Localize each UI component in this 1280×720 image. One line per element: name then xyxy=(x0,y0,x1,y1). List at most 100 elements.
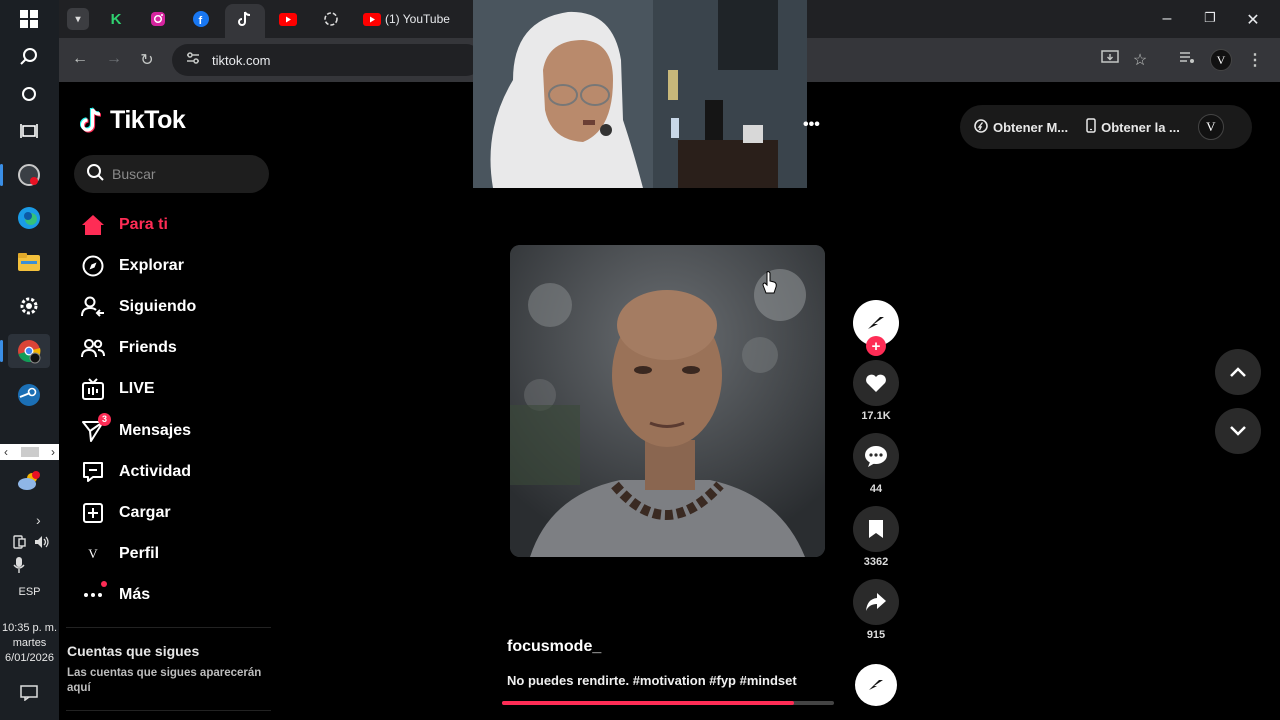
more-icon xyxy=(81,581,107,607)
nav-item-actividad[interactable]: Actividad xyxy=(78,451,278,492)
nav-label: Más xyxy=(119,586,151,604)
restore-icon[interactable]: ❐ xyxy=(1200,10,1220,26)
tiktok-wordmark: TikTok xyxy=(110,106,186,134)
nav-item-cargar[interactable]: Cargar xyxy=(78,492,278,533)
tab-youtube2-icon[interactable] xyxy=(361,8,383,30)
tab-chatgpt-icon[interactable] xyxy=(320,8,342,30)
get-app-button[interactable]: Obtener la ... xyxy=(1086,118,1180,136)
follow-plus-icon[interactable]: + xyxy=(866,336,886,356)
media-control-icon[interactable] xyxy=(1177,50,1197,69)
nav-item-explorar[interactable]: Explorar xyxy=(78,245,278,286)
nav-label: Mensajes xyxy=(119,421,192,439)
nav-label: Friends xyxy=(119,339,177,357)
clock[interactable]: 10:35 p. m. martes 6/01/2026 xyxy=(0,621,59,666)
nav-item-perfil[interactable]: V Perfil xyxy=(78,534,278,575)
nav-item-live[interactable]: LIVE xyxy=(78,369,278,410)
tab-tiktok-icon[interactable] xyxy=(234,8,256,30)
clock-weekday: martes xyxy=(12,637,47,649)
tab-search-icon[interactable]: ▾ xyxy=(67,8,89,30)
notifications-icon[interactable] xyxy=(8,676,50,710)
home-icon xyxy=(81,213,105,237)
share-button[interactable] xyxy=(853,579,899,625)
video-author[interactable]: focusmode_ xyxy=(507,638,601,656)
comment-button[interactable] xyxy=(853,433,899,479)
close-icon[interactable]: ✕ xyxy=(1243,10,1263,30)
edge-icon[interactable] xyxy=(8,201,50,235)
scroll-right-icon[interactable]: › xyxy=(51,445,55,459)
phone-link-icon[interactable] xyxy=(13,535,26,554)
get-coins-button[interactable]: Obtener M... xyxy=(974,118,1069,136)
chevron-right-icon[interactable]: › xyxy=(36,512,41,528)
search-icon[interactable] xyxy=(8,40,50,74)
weather-icon[interactable] xyxy=(8,464,50,498)
task-view-icon[interactable] xyxy=(8,114,50,148)
next-video-button[interactable] xyxy=(1215,408,1261,454)
save-count: 3362 xyxy=(863,556,889,568)
tab-youtube-icon[interactable] xyxy=(277,8,299,30)
windows-start-icon[interactable] xyxy=(8,2,50,36)
tiktok-logo[interactable]: TikTok xyxy=(80,106,186,135)
settings-icon[interactable] xyxy=(8,289,50,323)
svg-text:f: f xyxy=(199,15,203,27)
more-options-icon[interactable]: ••• xyxy=(803,116,820,134)
share-count: 915 xyxy=(866,629,886,641)
following-icon xyxy=(81,295,105,319)
nav-label: Actividad xyxy=(119,462,192,480)
nav-item-para-ti[interactable]: Para ti xyxy=(78,204,278,245)
like-button[interactable] xyxy=(853,360,899,406)
phone-icon xyxy=(1086,118,1096,136)
scroll-thumb[interactable] xyxy=(20,447,39,457)
microphone-icon[interactable] xyxy=(13,557,25,578)
nav-item-siguiendo[interactable]: Siguiendo xyxy=(78,286,278,327)
creator-avatar[interactable]: + xyxy=(853,300,899,356)
url-text[interactable]: tiktok.com xyxy=(212,53,271,68)
browser-profile-avatar[interactable]: V xyxy=(1210,49,1232,71)
bookmark-star-icon[interactable]: ☆ xyxy=(1130,50,1150,70)
video-actions: + 17.1K 44 3362 915 xyxy=(852,300,900,652)
chrome-icon[interactable] xyxy=(8,334,50,368)
video-progress-bar[interactable] xyxy=(502,701,834,705)
language-indicator[interactable]: ESP xyxy=(0,585,59,600)
nav-item-mensajes[interactable]: 3 Mensajes xyxy=(78,410,278,451)
steam-icon[interactable] xyxy=(8,378,50,412)
file-explorer-icon[interactable] xyxy=(8,245,50,279)
profile-avatar[interactable]: V xyxy=(1197,114,1224,140)
nav-item-friends[interactable]: Friends xyxy=(78,328,278,369)
site-settings-icon[interactable] xyxy=(186,51,200,69)
minimize-icon[interactable]: – xyxy=(1157,10,1177,28)
video-progress-fill xyxy=(502,701,795,705)
following-accounts-description: Las cuentas que sigues aparecerán aquí xyxy=(67,667,262,694)
live-icon xyxy=(81,377,105,401)
previous-video-button[interactable] xyxy=(1215,349,1261,395)
cortana-icon[interactable] xyxy=(8,77,50,111)
search-input[interactable] xyxy=(112,166,262,182)
nav-item-mas[interactable]: Más xyxy=(78,575,278,616)
tab-facebook-icon[interactable]: f xyxy=(190,8,212,30)
music-disc[interactable] xyxy=(855,664,897,706)
sidebar-divider xyxy=(66,627,271,628)
tab-kick-icon[interactable]: K xyxy=(105,8,127,30)
running-indicator xyxy=(0,164,3,186)
more-dot-indicator xyxy=(101,581,107,588)
app-icon[interactable] xyxy=(8,158,50,192)
reload-icon[interactable]: ↻ xyxy=(137,50,157,70)
install-app-icon[interactable] xyxy=(1100,50,1120,71)
chrome-menu-icon[interactable]: ⋮ xyxy=(1245,50,1265,70)
forward-icon[interactable]: → xyxy=(104,50,124,68)
scroll-left-icon[interactable]: ‹ xyxy=(4,445,8,459)
tab-youtube-title[interactable]: (1) YouTube xyxy=(385,12,450,26)
get-coins-label: Obtener M... xyxy=(993,119,1069,135)
comment-count: 44 xyxy=(869,483,883,495)
save-button[interactable] xyxy=(853,506,899,552)
like-count: 17.1K xyxy=(861,410,891,422)
tab-instagram-icon[interactable] xyxy=(147,8,169,30)
back-icon[interactable]: ← xyxy=(70,50,90,68)
search-box[interactable] xyxy=(74,155,269,193)
compass-icon xyxy=(81,254,105,278)
nav-label: Explorar xyxy=(119,256,184,274)
chevron-up-icon xyxy=(1230,367,1246,377)
address-bar[interactable]: tiktok.com xyxy=(172,44,482,76)
volume-icon[interactable] xyxy=(34,535,50,554)
bookmark-icon xyxy=(869,520,883,538)
taskbar-scroll[interactable]: ‹ › xyxy=(0,444,59,460)
